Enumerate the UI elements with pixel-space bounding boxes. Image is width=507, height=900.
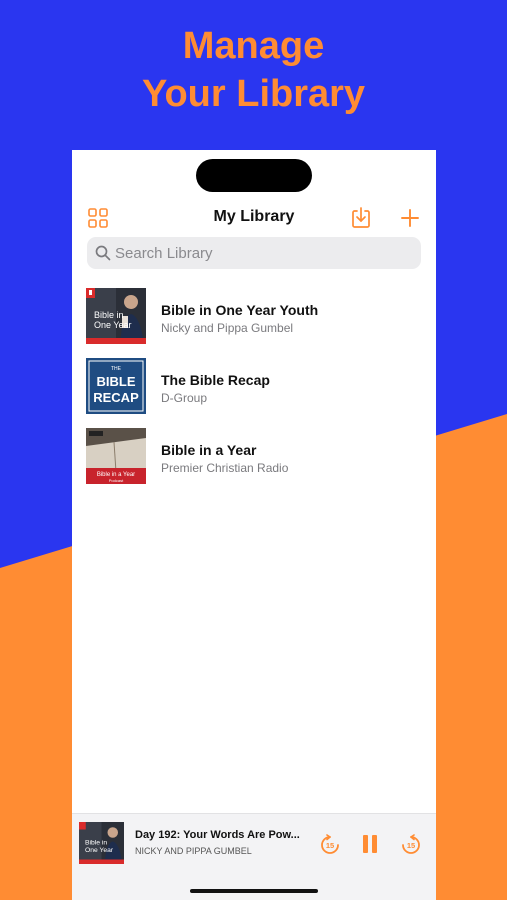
- podcast-author: D-Group: [161, 391, 208, 405]
- podcast-artwork: Bible in One Year: [86, 288, 146, 344]
- page-title: My Library: [213, 208, 295, 225]
- artwork-text: RECAP: [93, 390, 139, 405]
- skip-forward-label: 15: [407, 841, 415, 850]
- artwork-text: Bible in: [94, 310, 124, 320]
- promo-headline-line1: Manage: [182, 25, 325, 67]
- podcast-author: Nicky and Pippa Gumbel: [161, 321, 294, 335]
- plus-icon[interactable]: [398, 206, 422, 230]
- promo-headline: Manage Your Library: [0, 22, 507, 118]
- search-placeholder: Search Library: [115, 245, 213, 262]
- list-item[interactable]: Bible in One Year Bible in One Year Yout…: [72, 286, 436, 346]
- dynamic-island: [196, 159, 312, 192]
- artwork-text: THE: [111, 366, 122, 372]
- download-icon[interactable]: [349, 206, 373, 230]
- navigation-bar: My Library: [72, 200, 436, 234]
- list-item[interactable]: THE BIBLE RECAP The Bible Recap D-Group: [72, 356, 436, 416]
- now-playing-title[interactable]: Day 192: Your Words Are Pow...: [135, 829, 310, 841]
- skip-back-label: 15: [326, 841, 334, 850]
- promo-headline-line2: Your Library: [141, 73, 366, 115]
- search-input[interactable]: Search Library: [87, 237, 421, 269]
- artwork-text: One Year: [94, 320, 132, 330]
- podcast-title: Bible in a Year: [161, 442, 257, 458]
- podcast-title: The Bible Recap: [161, 372, 270, 388]
- podcast-author: Premier Christian Radio: [161, 461, 289, 475]
- search-icon: [95, 245, 111, 261]
- artwork-text: BIBLE: [97, 374, 136, 389]
- skip-forward-15-button[interactable]: 15: [400, 834, 422, 856]
- phone-screen: My Library Search Library Bible in One Y…: [72, 150, 436, 900]
- list-item[interactable]: Bible in a Year Podcast Bible in a Year …: [72, 426, 436, 486]
- skip-back-15-button[interactable]: 15: [319, 834, 341, 856]
- now-playing-artwork[interactable]: Bible in One Year: [79, 822, 124, 864]
- podcast-artwork: THE BIBLE RECAP: [86, 358, 146, 414]
- podcast-artwork: Bible in a Year Podcast: [86, 428, 146, 484]
- now-playing-author: NICKY AND PIPPA GUMBEL: [135, 846, 252, 856]
- pause-button[interactable]: [360, 833, 380, 855]
- artwork-text: Bible in: [85, 840, 107, 847]
- artwork-text: One Year: [85, 847, 114, 854]
- mini-player: Bible in One Year Day 192: Your Words Ar…: [72, 813, 436, 900]
- artwork-text: Podcast: [109, 478, 124, 483]
- home-indicator[interactable]: [190, 889, 318, 893]
- podcast-title: Bible in One Year Youth: [161, 302, 319, 318]
